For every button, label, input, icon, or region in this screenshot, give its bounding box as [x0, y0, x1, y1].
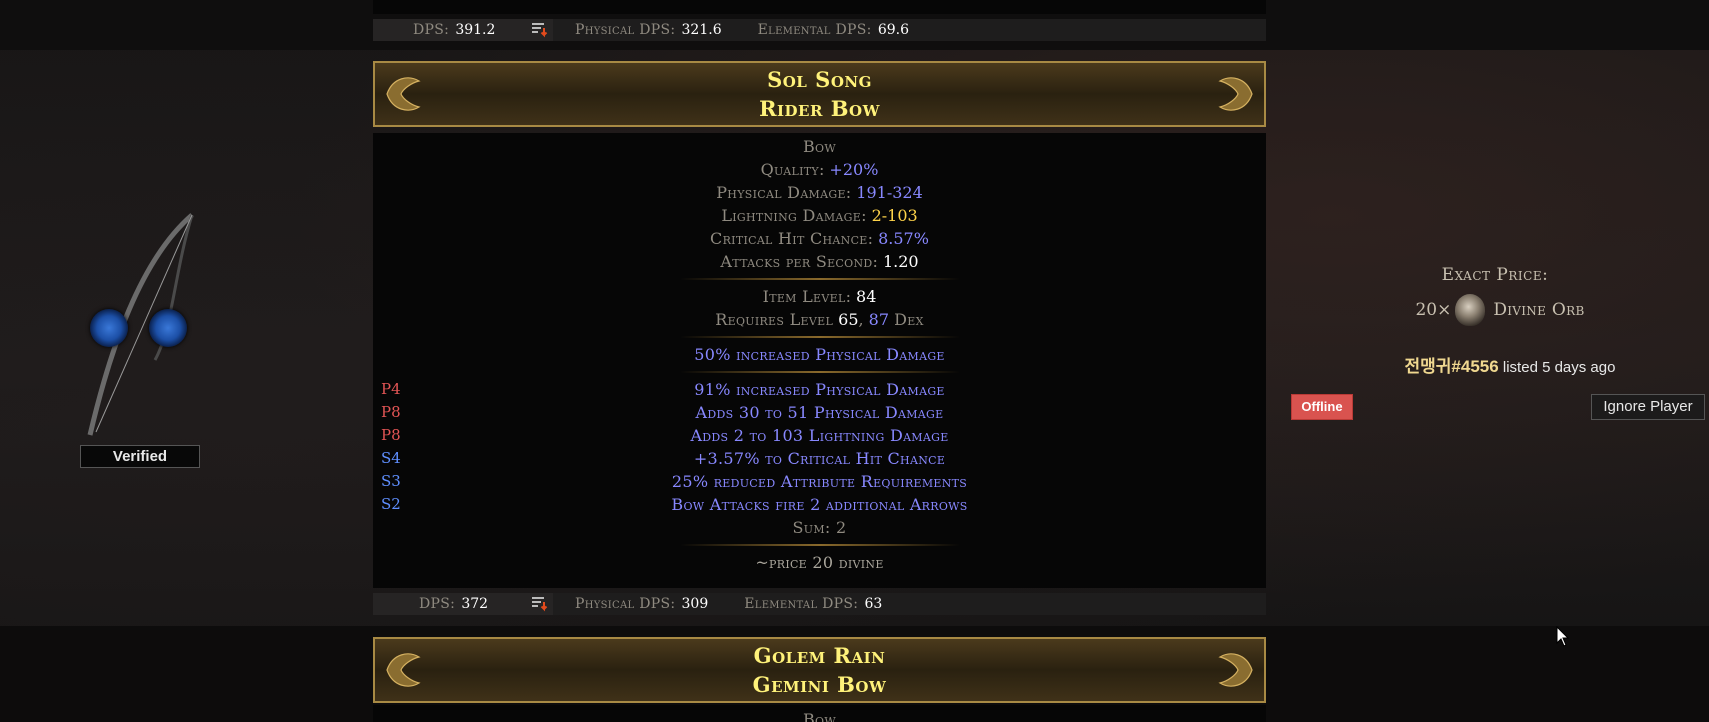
currency-name: Divine Orb — [1493, 300, 1585, 320]
price-row: 20× Divine Orb — [1380, 294, 1620, 326]
property-value: 191-324 — [856, 183, 923, 202]
requires-dex-value: 87 — [868, 310, 890, 329]
property-value: 1.20 — [882, 252, 919, 271]
explicit-mod: S2 Bow Attacks fire 2 additional Arrows — [373, 493, 1266, 516]
separator — [679, 371, 960, 373]
property-label: Quality — [760, 160, 819, 179]
item-header: Sol Song Rider Bow — [373, 61, 1266, 127]
explicit-mod: S4 +3.57% to Critical Hit Chance — [373, 447, 1266, 470]
header-ornament-left-icon — [386, 77, 421, 111]
mod-tier-badge: P8 — [381, 426, 401, 444]
price-amount: 20× — [1415, 300, 1452, 320]
separator — [679, 336, 960, 338]
mod-tier-badge: S2 — [381, 495, 401, 513]
property-label: Lightning Damage — [721, 206, 862, 225]
dps-cell: DPS: 391.2 — [373, 19, 527, 41]
property-attacks-per-second: Attacks per Second: 1.20 — [720, 252, 919, 271]
price-label: Exact Price: — [1441, 265, 1549, 285]
sort-by-dps-button[interactable] — [527, 593, 553, 615]
property-quality: Quality: +20% — [760, 160, 879, 179]
next-item-header: Golem Rain Gemini Bow — [373, 637, 1266, 703]
mouse-cursor-icon — [1556, 626, 1570, 647]
previous-item-body — [373, 0, 1266, 14]
dps-label: DPS — [419, 596, 451, 612]
explicit-mod: P8 Adds 2 to 103 Lightning Damage — [373, 424, 1266, 447]
property-label: Critical Hit Chance — [710, 229, 868, 248]
trade-results-page: DPS: 391.2 Physical DPS: 321.6 Elemental… — [0, 0, 1709, 722]
mod-text: 91% increased Physical Damage — [694, 380, 945, 399]
ignore-player-button[interactable]: Ignore Player — [1591, 394, 1705, 420]
socket-icon — [90, 309, 128, 347]
physical-dps-value: 321.6 — [681, 22, 722, 38]
mod-text: +3.57% to Critical Hit Chance — [693, 449, 946, 468]
dps-bar: DPS: 372 Physical DPS: 309 Elemental DPS… — [373, 593, 1266, 615]
separator — [679, 544, 960, 546]
property-lightning-damage: Lightning Damage: 2-103 — [721, 206, 918, 225]
next-item-base-type: Gemini Bow — [752, 672, 887, 697]
property-label: Attacks per Second — [720, 252, 873, 271]
mod-text: 25% reduced Attribute Requirements — [671, 472, 968, 491]
mod-text: Bow Attacks fire 2 additional Arrows — [671, 495, 968, 514]
elemental-dps-label: Elemental DPS — [757, 22, 867, 38]
explicit-mod: P8 Adds 30 to 51 Physical Damage — [373, 401, 1266, 424]
mod-tier-badge: S3 — [381, 472, 401, 490]
mod-tier-badge: P8 — [381, 403, 401, 421]
item-base-type: Rider Bow — [759, 96, 880, 121]
sort-icon — [532, 597, 548, 612]
dps-cell: DPS: 372 — [373, 593, 527, 615]
separator — [679, 278, 960, 280]
seller-row: 전맹귀#4556 listed 5 days ago — [1360, 352, 1660, 377]
property-label: Physical Damage — [716, 183, 846, 202]
header-ornament-right-icon — [1218, 77, 1253, 111]
item-level-label: Item Level — [762, 287, 846, 306]
item-level-value: 84 — [856, 287, 877, 306]
seller-name[interactable]: 전맹귀#4556 — [1405, 357, 1499, 376]
header-ornament-right-icon — [1218, 653, 1253, 687]
sort-icon — [532, 23, 548, 38]
explicit-mod: P4 91% increased Physical Damage — [373, 378, 1266, 401]
physical-dps-label: Physical DPS — [575, 596, 671, 612]
header-ornament-left-icon — [386, 653, 421, 687]
dps-value: 372 — [461, 596, 489, 612]
property-value: 2-103 — [871, 206, 918, 225]
mod-text: Adds 2 to 103 Lightning Damage — [690, 426, 949, 445]
implicit-mod: 50% increased Physical Damage — [694, 345, 945, 364]
item-name: Sol Song — [767, 67, 872, 92]
dps-label: DPS — [413, 22, 445, 38]
next-item-body: Bow — [373, 705, 1266, 722]
dps-value: 391.2 — [455, 22, 496, 38]
mod-tier-badge: S4 — [381, 449, 401, 467]
sort-by-dps-button[interactable] — [527, 19, 553, 41]
item-category: Bow — [803, 137, 836, 156]
verified-badge: Verified — [80, 445, 200, 468]
elemental-dps-value: 69.6 — [877, 22, 909, 38]
price-note: ~price 20 divine — [755, 553, 884, 572]
property-value: 8.57% — [878, 229, 929, 248]
status-badge: Offline — [1291, 394, 1353, 420]
elemental-dps-label: Elemental DPS — [744, 596, 854, 612]
elemental-dps-value: 63 — [864, 596, 883, 612]
next-item-category: Bow — [803, 710, 836, 722]
requirements: Requires Level 65, 87 Dex — [715, 310, 924, 329]
dps-bar-previous: DPS: 391.2 Physical DPS: 321.6 Elemental… — [373, 19, 1266, 41]
mod-tier-badge: P4 — [381, 380, 401, 398]
socket-icon — [149, 309, 187, 347]
property-critical-hit-chance: Critical Hit Chance: 8.57% — [710, 229, 929, 248]
physical-dps-value: 309 — [681, 596, 709, 612]
item-level: Item Level: 84 — [762, 287, 877, 306]
requires-label: Requires Level — [715, 310, 834, 329]
requires-dex-label: Dex — [894, 310, 924, 329]
property-physical-damage: Physical Damage: 191-324 — [716, 183, 923, 202]
mod-text: Adds 30 to 51 Physical Damage — [695, 403, 944, 422]
property-value: +20% — [829, 160, 879, 179]
physical-dps-label: Physical DPS — [575, 22, 671, 38]
explicit-mod: S3 25% reduced Attribute Requirements — [373, 470, 1266, 493]
next-item-name: Golem Rain — [753, 643, 886, 668]
listed-time: listed 5 days ago — [1502, 359, 1616, 376]
mod-sum: Sum: 2 — [792, 518, 847, 537]
divine-orb-icon — [1455, 294, 1486, 326]
requires-level-value: 65 — [838, 310, 859, 329]
item-body: Bow Quality: +20% Physical Damage: 191-3… — [373, 133, 1266, 588]
